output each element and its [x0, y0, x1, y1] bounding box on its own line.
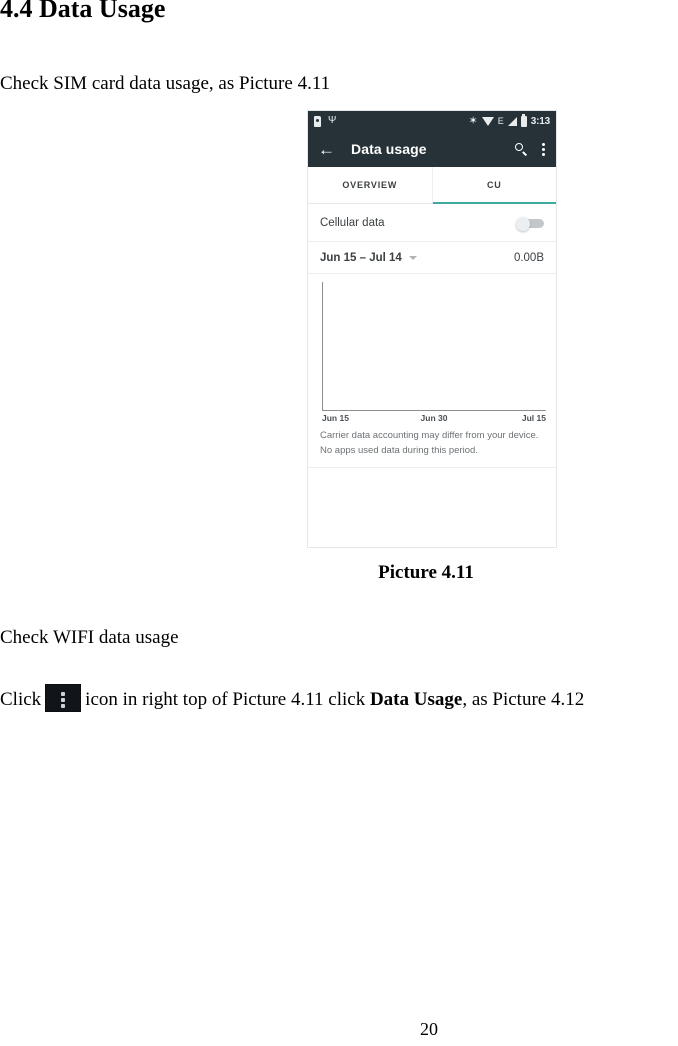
sim-card-icon — [314, 115, 321, 127]
battery-icon — [520, 113, 527, 127]
status-bar-clock: 3:13 — [530, 115, 550, 127]
status-bar-right-icons: ✶ E 3:13 — [468, 113, 550, 127]
toggle-knob — [516, 216, 530, 231]
bluetooth-icon: ✶ — [468, 114, 478, 127]
cellular-data-toggle[interactable] — [516, 216, 544, 231]
signal-icon — [507, 116, 517, 126]
chart-x-tick-0: Jun 15 — [322, 413, 349, 423]
chevron-down-icon[interactable] — [408, 255, 417, 260]
click-prefix-text: Click — [0, 689, 42, 710]
paragraph-check-sim: Check SIM card data usage, as Picture 4.… — [0, 73, 331, 94]
page-title: 4.4 Data Usage — [0, 0, 166, 23]
app-list-empty-area — [308, 468, 556, 535]
billing-period-row[interactable]: Jun 15 – Jul 14 0.00B — [308, 242, 556, 274]
chart-notes: Carrier data accounting may differ from … — [308, 424, 556, 469]
cellular-data-row[interactable]: Cellular data — [308, 204, 556, 242]
figure-caption: Picture 4.11 — [378, 562, 474, 583]
app-bar-actions — [515, 142, 546, 157]
chart-plot-area — [322, 282, 546, 411]
figure-picture-4-11: Ψ ✶ E 3:13 ← Data usage OVERVIEW CU Cell… — [307, 110, 557, 548]
carrier-accounting-note: Carrier data accounting may differ from … — [320, 430, 539, 441]
app-bar-title: Data usage — [351, 141, 427, 157]
app-bar: ← Data usage — [308, 131, 556, 167]
page-number: 20 — [420, 1019, 438, 1039]
tab-bar: OVERVIEW CU — [308, 167, 556, 204]
overflow-menu-icon — [45, 684, 82, 712]
paragraph-click-instruction: Click icon in right top of Picture 4.11 c… — [0, 684, 584, 712]
data-usage-chart: Jun 15 Jun 30 Jul 15 — [308, 274, 556, 424]
tab-cu[interactable]: CU — [432, 167, 557, 204]
billing-period-label: Jun 15 – Jul 14 — [320, 251, 402, 264]
no-apps-used-note: No apps used data during this period. — [320, 444, 478, 456]
chart-x-tick-1: Jun 30 — [420, 413, 448, 423]
click-middle-text: icon in right top of Picture 4.11 click — [85, 689, 366, 710]
overflow-menu-icon[interactable] — [542, 142, 546, 157]
chart-x-axis: Jun 15 Jun 30 Jul 15 — [322, 411, 546, 425]
usb-icon: Ψ — [328, 115, 337, 126]
tab-overview[interactable]: OVERVIEW — [308, 167, 433, 203]
cellular-data-label: Cellular data — [320, 216, 385, 229]
data-used-value: 0.00B — [513, 251, 544, 264]
chart-x-tick-2: Jul 15 — [521, 413, 546, 423]
click-suffix-text: , as Picture 4.12 — [462, 689, 585, 710]
back-arrow-icon[interactable]: ← — [318, 141, 338, 158]
data-usage-bold-text: Data Usage — [369, 689, 463, 710]
search-icon[interactable] — [515, 142, 528, 156]
edge-network-icon: E — [497, 115, 504, 126]
wifi-icon — [481, 116, 494, 126]
status-bar-left-icons: Ψ — [314, 115, 337, 127]
paragraph-check-wifi: Check WIFI data usage — [0, 627, 179, 648]
status-bar: Ψ ✶ E 3:13 — [308, 111, 556, 131]
